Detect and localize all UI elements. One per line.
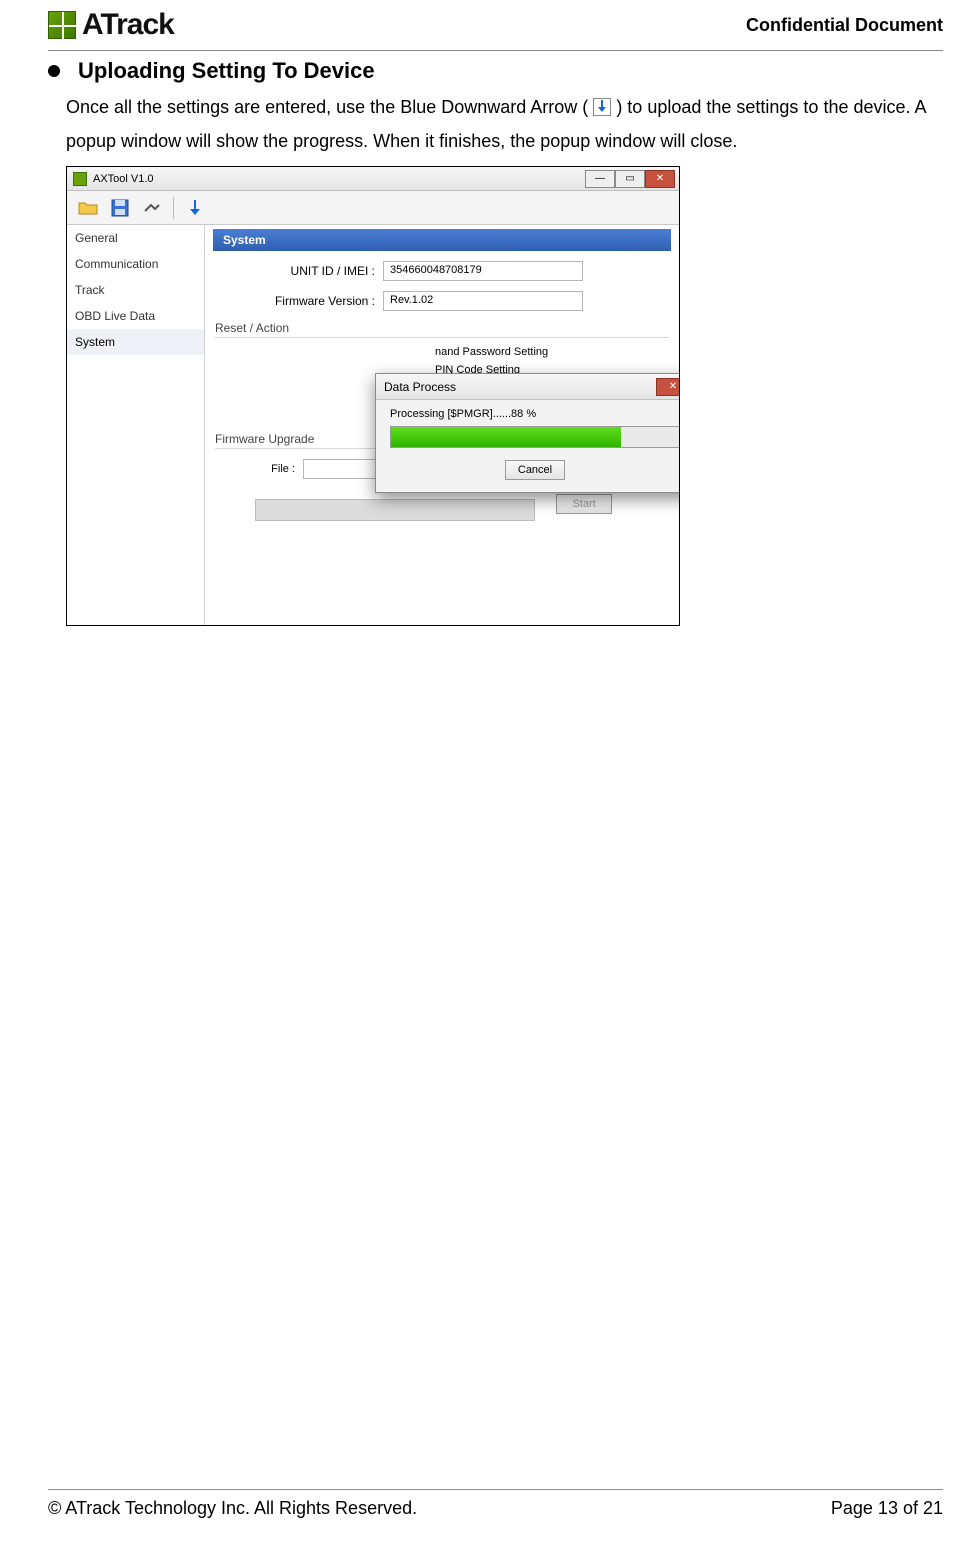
popup-cancel-button[interactable]: Cancel [505, 460, 565, 480]
app-icon [73, 172, 87, 186]
save-disk-icon[interactable] [109, 197, 131, 219]
logo-text: ATrack [82, 8, 174, 42]
firmware-progress-bar [255, 499, 535, 521]
sidebar-item-communication[interactable]: Communication [67, 251, 204, 277]
window-title: AXTool V1.0 [93, 173, 154, 185]
start-button[interactable]: Start [556, 494, 612, 514]
window-titlebar: AXTool V1.0 — ▭ ✕ [67, 167, 679, 191]
firmware-version-label: Firmware Version : [245, 294, 375, 308]
header-rule [48, 50, 943, 51]
sidebar-item-general[interactable]: General [67, 225, 204, 251]
unit-id-field[interactable]: 354660048708179 [383, 261, 583, 281]
window-close-button[interactable]: ✕ [645, 170, 675, 188]
unit-id-label: UNIT ID / IMEI : [245, 264, 375, 278]
group-reset-action: Reset / Action [215, 321, 669, 338]
app-screenshot: AXTool V1.0 — ▭ ✕ [66, 166, 680, 626]
confidential-label: Confidential Document [746, 15, 943, 36]
popup-progress-fill [391, 427, 621, 447]
section-title: Uploading Setting To Device [78, 58, 375, 84]
section-paragraph: Once all the settings are entered, use t… [66, 90, 943, 158]
connector-icon[interactable] [141, 197, 163, 219]
footer-copyright: © ATrack Technology Inc. All Rights Rese… [48, 1498, 417, 1519]
popup-title: Data Process [384, 380, 456, 394]
download-arrow-icon [593, 98, 611, 116]
sidebar-item-obd[interactable]: OBD Live Data [67, 303, 204, 329]
toolbar-separator [173, 197, 174, 219]
logo: ATrack [48, 8, 174, 42]
sidebar-item-track[interactable]: Track [67, 277, 204, 303]
popup-progress-text: Processing [$PMGR]......88 % [390, 408, 680, 420]
toolbar [67, 191, 679, 225]
popup-progress-bar [390, 426, 680, 448]
panel-title: System [213, 229, 671, 251]
window-minimize-button[interactable]: — [585, 170, 615, 188]
footer-page: Page 13 of 21 [831, 1498, 943, 1519]
window-maximize-button[interactable]: ▭ [615, 170, 645, 188]
para-part-1: Once all the settings are entered, use t… [66, 97, 588, 117]
sidebar-item-system[interactable]: System [67, 329, 204, 355]
sidebar: General Communication Track OBD Live Dat… [67, 225, 205, 625]
file-label: File : [255, 463, 295, 475]
open-folder-icon[interactable] [77, 197, 99, 219]
bullet-icon [48, 65, 60, 77]
firmware-version-field[interactable]: Rev.1.02 [383, 291, 583, 311]
popup-close-button[interactable]: ✕ [656, 378, 680, 396]
logo-mark-icon [48, 11, 76, 39]
data-process-popup: Data Process ✕ Processing [$PMGR]......8… [375, 373, 680, 493]
line-password-setting: nand Password Setting [435, 346, 669, 358]
content-area: System UNIT ID / IMEI : 354660048708179 … [205, 225, 679, 625]
download-arrow-icon[interactable] [184, 197, 206, 219]
